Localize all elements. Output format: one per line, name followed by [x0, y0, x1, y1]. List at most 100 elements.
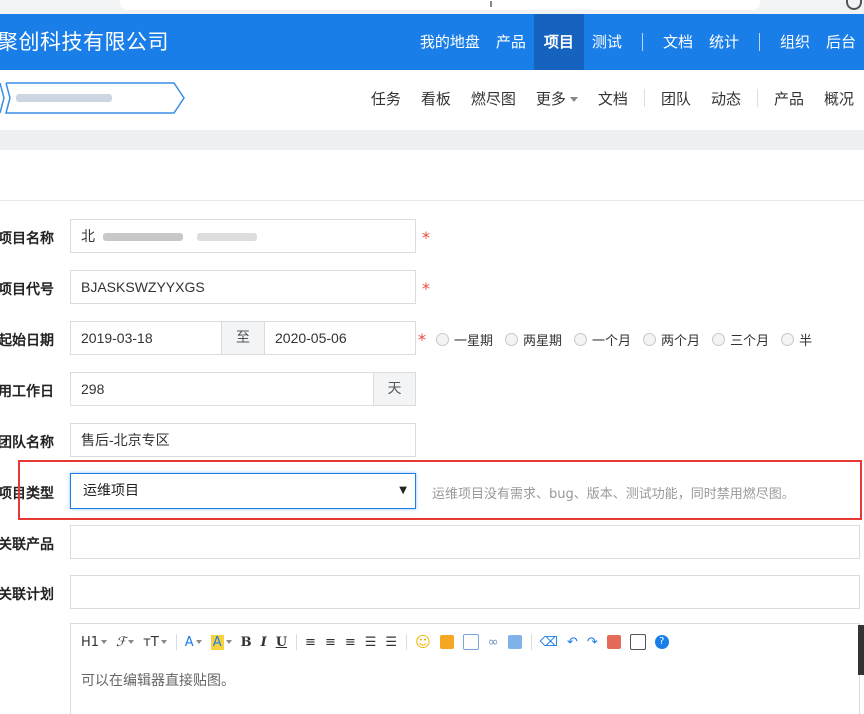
subnav-doc[interactable]: 文档 [588, 88, 638, 109]
editor-toolbar: H1 ℱ тT A A B I U ≡ ≡ ≡ ☰ ☰ ☺ ∞ ⌫ ↶ ↷ ? [81, 632, 678, 652]
subnav-more[interactable]: 更多 [526, 88, 588, 109]
description-editor[interactable]: H1 ℱ тT A A B I U ≡ ≡ ≡ ☰ ☰ ☺ ∞ ⌫ ↶ ↷ ? … [70, 623, 860, 714]
workdays-unit: 天 [373, 372, 416, 406]
linked-products-label: 关联产品 [0, 537, 54, 553]
required-marker: * [422, 228, 430, 247]
linked-plans-input[interactable] [70, 575, 860, 609]
nav-product[interactable]: 产品 [488, 14, 534, 70]
align-left-icon[interactable]: ≡ [305, 635, 316, 650]
end-date-input[interactable]: 2020-05-06 [264, 321, 416, 355]
undo-icon[interactable]: ↶ [567, 635, 578, 650]
required-marker: * [422, 279, 430, 298]
heading-button[interactable]: H1 [81, 635, 108, 650]
editor-placeholder: 可以在编辑器直接贴图。 [81, 673, 235, 689]
ordered-list-icon[interactable]: ☰ [365, 635, 377, 650]
duration-option-label[interactable]: 一星期 [454, 330, 493, 349]
redacted-text [102, 233, 183, 242]
subnav-more-label: 更多 [535, 89, 566, 108]
image-icon[interactable] [439, 635, 454, 649]
chevron-down-icon [101, 640, 108, 644]
duration-option-label[interactable]: 两个月 [661, 330, 700, 349]
link-icon[interactable]: ∞ [488, 635, 499, 650]
nav-doc[interactable]: 文档 [655, 14, 701, 70]
form-title-area [0, 150, 864, 201]
radio-icon[interactable] [781, 333, 795, 346]
team-name-label: 团队名称 [0, 435, 54, 451]
project-subnav: 任务 看板 燃尽图 更多 文档 团队 动态 产品 概况 [361, 70, 864, 126]
radio-icon[interactable] [505, 333, 519, 346]
account-icon[interactable] [846, 0, 862, 10]
main-nav: 我的地盘 产品 项目 测试 文档 统计 组织 后台 [412, 14, 864, 70]
subnav-kanban[interactable]: 看板 [411, 88, 461, 109]
duration-options: 一星期 两星期 一个月 两个月 三个月 半 [430, 330, 812, 349]
help-icon[interactable]: ? [654, 635, 669, 649]
highlight-color-button[interactable]: A [210, 634, 232, 650]
project-name-redacted [16, 94, 112, 102]
nav-test[interactable]: 测试 [584, 14, 630, 70]
redo-icon[interactable]: ↷ [587, 635, 598, 650]
nav-my-dashboard[interactable]: 我的地盘 [412, 14, 488, 70]
template-icon[interactable] [629, 634, 646, 650]
project-code-label: 项目代号 [0, 282, 54, 298]
content-gap [0, 130, 864, 150]
team-name-input[interactable]: 售后-北京专区 [70, 423, 416, 457]
address-bar[interactable] [120, 0, 760, 10]
bold-button[interactable]: B [241, 635, 252, 650]
subnav-overview[interactable]: 概况 [814, 88, 864, 109]
duration-option-label[interactable]: 半 [799, 330, 812, 349]
top-navbar: 聚创科技有限公司 我的地盘 产品 项目 测试 文档 统计 组织 后台 [0, 14, 864, 70]
workdays-label: 可用工作日 [0, 384, 54, 400]
subnav-divider [756, 89, 758, 107]
nav-project[interactable]: 项目 [533, 14, 584, 70]
align-right-icon[interactable]: ≡ [345, 635, 356, 650]
subnav-task[interactable]: 任务 [361, 88, 411, 109]
duration-option-label[interactable]: 两星期 [523, 330, 562, 349]
toolbar-divider [406, 634, 408, 650]
subnav-team[interactable]: 团队 [651, 88, 701, 109]
font-family-button[interactable]: ℱ [116, 635, 135, 650]
font-color-button[interactable]: A [185, 635, 202, 650]
code-icon[interactable] [462, 634, 479, 650]
duration-option-label[interactable]: 三个月 [730, 330, 769, 349]
underline-button[interactable]: U [276, 635, 287, 650]
radio-icon[interactable] [574, 333, 588, 346]
font-size-button[interactable]: тT [143, 635, 167, 650]
nav-admin[interactable]: 后台 [818, 14, 864, 70]
nav-divider [641, 33, 643, 51]
project-name-input[interactable]: 北 [70, 219, 416, 253]
linked-plans-label: 关联计划 [0, 587, 54, 603]
project-code-input[interactable]: BJASKSWZYYXGS [70, 270, 416, 304]
highlight-box [18, 460, 862, 520]
chevron-down-icon [569, 96, 578, 102]
nav-org[interactable]: 组织 [772, 14, 818, 70]
eraser-icon[interactable]: ⌫ [540, 635, 558, 650]
sub-navbar: 任务 看板 燃尽图 更多 文档 团队 动态 产品 概况 [0, 70, 864, 126]
radio-icon[interactable] [643, 333, 657, 346]
italic-button[interactable]: I [261, 635, 267, 650]
subnav-burndown[interactable]: 燃尽图 [461, 88, 526, 109]
project-name-label: 项目名称 [0, 231, 54, 247]
unordered-list-icon[interactable]: ☰ [385, 635, 397, 650]
scrollbar-thumb[interactable] [858, 625, 864, 675]
align-center-icon[interactable]: ≡ [325, 635, 336, 650]
radio-icon[interactable] [436, 333, 449, 346]
nav-divider [758, 33, 760, 51]
subnav-dynamic[interactable]: 动态 [701, 88, 751, 109]
start-date-input[interactable]: 2019-03-18 [70, 321, 222, 355]
toolbar-divider [175, 634, 177, 650]
table-icon[interactable] [507, 635, 522, 649]
radio-icon[interactable] [712, 333, 726, 346]
subnav-product[interactable]: 产品 [764, 88, 814, 109]
chevron-down-icon [160, 640, 167, 644]
chevron-down-icon [195, 640, 202, 644]
linked-products-input[interactable] [70, 525, 860, 559]
nav-stats[interactable]: 统计 [701, 14, 747, 70]
company-name: 聚创科技有限公司 [0, 30, 169, 54]
chevron-down-icon [225, 640, 232, 644]
project-name-value: 北 [81, 228, 95, 244]
emoji-icon[interactable]: ☺ [415, 633, 431, 651]
duration-option-label[interactable]: 一个月 [592, 330, 631, 349]
workdays-input[interactable]: 298 [70, 372, 374, 406]
fullscreen-icon[interactable] [606, 635, 621, 649]
project-switcher[interactable] [0, 81, 186, 115]
